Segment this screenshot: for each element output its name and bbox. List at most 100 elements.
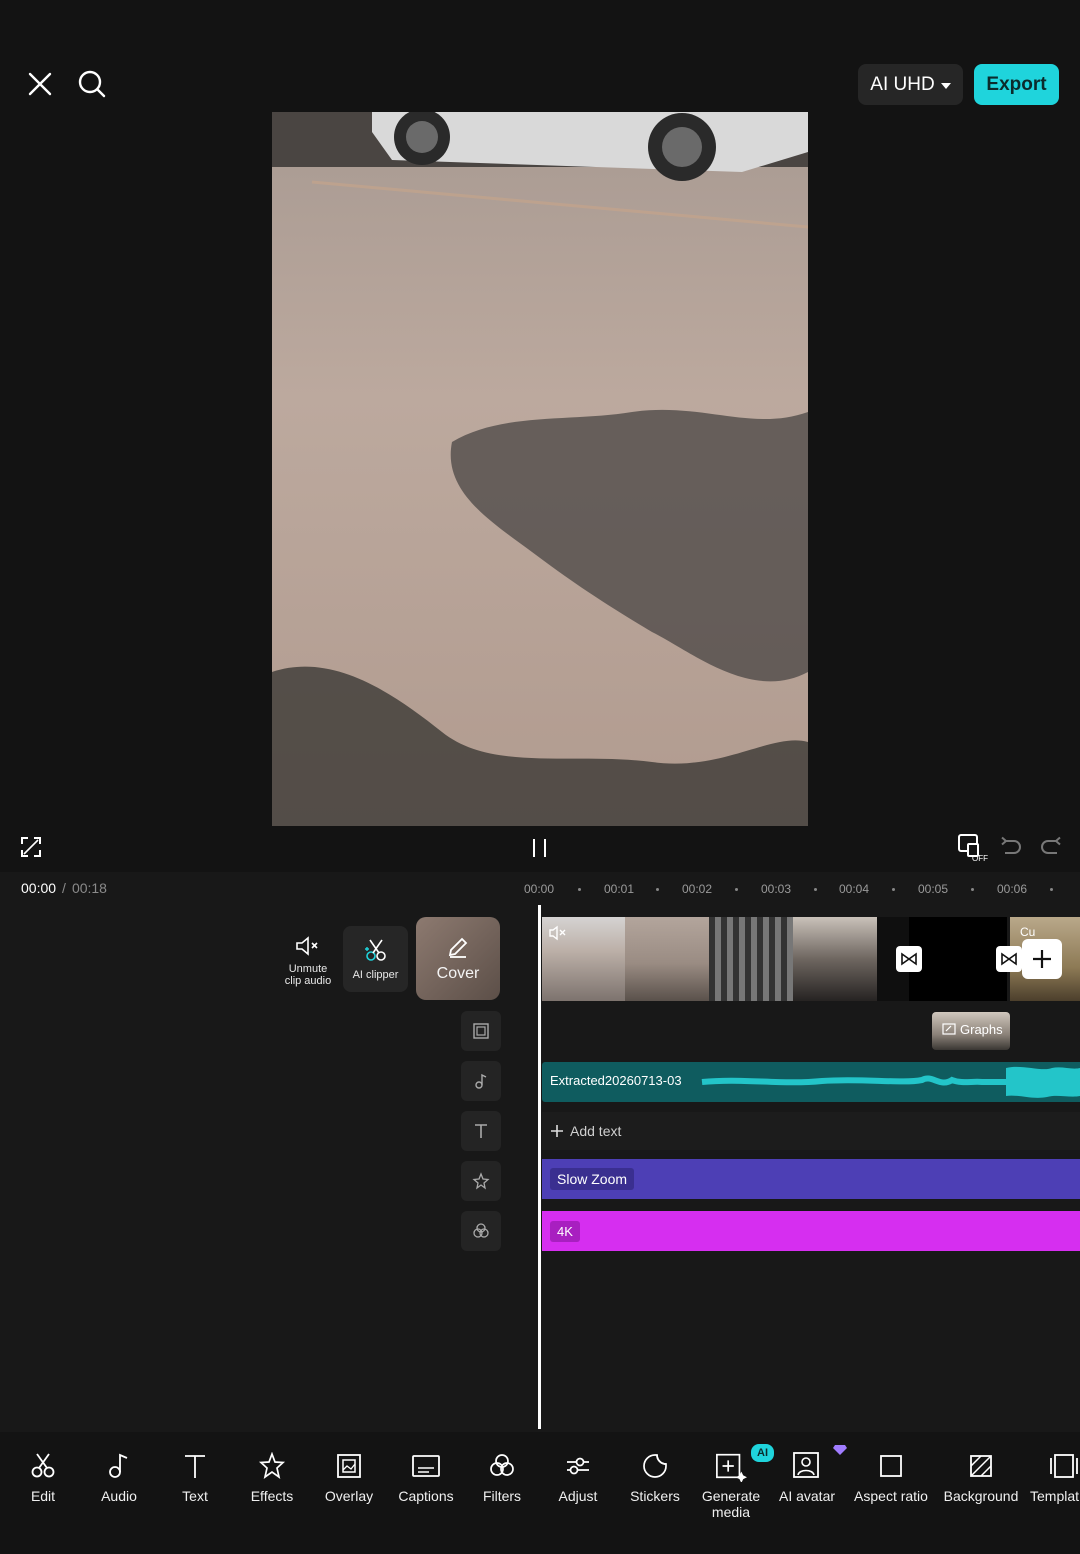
ai-clipper-button[interactable]: AI clipper <box>343 926 408 992</box>
main-video-track[interactable]: Cu <box>542 917 1080 1001</box>
nav-aspect-ratio[interactable]: Aspect ratio <box>850 1450 932 1504</box>
nav-overlay[interactable]: Overlay <box>320 1450 378 1504</box>
overlay-image-icon <box>473 1023 489 1039</box>
video-preview[interactable] <box>272 112 808 826</box>
ruler-tick: 00:04 <box>839 882 870 896</box>
generate-media-icon <box>716 1453 747 1482</box>
unmute-label-line2: clip audio <box>284 975 332 987</box>
keyframe-off-icon: OFF <box>958 834 988 863</box>
ruler-dot <box>814 888 817 891</box>
nav-background[interactable]: Background <box>942 1450 1020 1504</box>
ruler-dot <box>735 888 738 891</box>
scissors-icon <box>31 1453 55 1478</box>
captions-icon <box>412 1455 440 1477</box>
nav-edit[interactable]: Edit <box>20 1450 66 1504</box>
audio-clip-label: Extracted20260713-03 <box>550 1073 682 1088</box>
search-button[interactable] <box>74 66 110 102</box>
ruler-dot <box>892 888 895 891</box>
transition-button[interactable] <box>996 946 1022 972</box>
nav-adjust[interactable]: Adjust <box>554 1450 602 1504</box>
nav-captions[interactable]: Captions <box>394 1450 458 1504</box>
ruler-tick: 00:05 <box>918 882 949 896</box>
cover-button[interactable]: Cover <box>416 917 500 1000</box>
clip-thumbnail <box>909 917 1007 1001</box>
nav-label: Filters <box>482 1488 522 1504</box>
close-button[interactable] <box>22 66 58 102</box>
add-clip-button[interactable] <box>1022 939 1062 979</box>
nav-label: Templat <box>1030 1488 1080 1504</box>
nav-label: Audio <box>101 1488 137 1504</box>
audio-clip[interactable]: Extracted20260713-03 <box>542 1062 1080 1102</box>
transition-button[interactable] <box>896 946 922 972</box>
filter-clip-label: 4K <box>550 1220 580 1242</box>
ruler-tick: 00:03 <box>761 882 792 896</box>
text-icon <box>475 1124 487 1138</box>
effects-track-button[interactable] <box>461 1161 501 1201</box>
pause-icon <box>533 839 546 857</box>
undo-button[interactable] <box>1000 836 1022 858</box>
nav-label: Captions <box>398 1488 454 1504</box>
text-icon <box>185 1455 205 1478</box>
edit-icon <box>942 1023 956 1035</box>
ruler-dot <box>971 888 974 891</box>
playhead[interactable] <box>538 905 541 1429</box>
ai-avatar-icon <box>793 1452 819 1478</box>
nav-stickers[interactable]: Stickers <box>624 1450 686 1504</box>
adjust-sliders-icon <box>567 1457 589 1475</box>
nav-label: Aspect ratio <box>854 1488 928 1504</box>
pencil-icon <box>448 937 468 958</box>
ruler-tick: 00:06 <box>997 882 1028 896</box>
music-note-icon <box>109 1453 128 1478</box>
video-frame-image <box>272 112 808 826</box>
quality-dropdown[interactable]: AI UHD <box>858 64 963 105</box>
ruler-dot <box>578 888 581 891</box>
export-button[interactable]: Export <box>974 64 1059 105</box>
ai-clipper-label: AI clipper <box>352 969 399 981</box>
nav-filters[interactable]: Filters <box>478 1450 526 1504</box>
muted-icon <box>549 925 566 941</box>
redo-button[interactable] <box>1040 836 1062 858</box>
nav-effects[interactable]: Effects <box>244 1450 300 1504</box>
transition-bowtie-icon <box>1001 952 1017 966</box>
sticker-icon <box>643 1454 667 1478</box>
ruler-dot <box>1050 888 1053 891</box>
ruler-tick: 00:02 <box>682 882 713 896</box>
ai-badge: AI <box>751 1444 774 1462</box>
nav-generate-media[interactable]: AI Generate media <box>698 1444 774 1520</box>
plus-icon <box>1033 950 1051 968</box>
ai-scissors-icon <box>364 939 386 961</box>
keyframe-toggle[interactable]: OFF <box>956 832 988 863</box>
nav-label: AI avatar <box>778 1488 836 1504</box>
unmute-clip-audio-button[interactable]: Unmute clip audio <box>280 928 336 994</box>
clip-thumbnail <box>625 917 709 1001</box>
aspect-ratio-icon <box>880 1455 902 1477</box>
chevron-down-icon <box>940 82 951 89</box>
background-icon <box>970 1455 992 1477</box>
text-track-button[interactable] <box>461 1111 501 1151</box>
close-icon <box>28 72 52 96</box>
bottom-toolbar: Edit Audio Text Effects Overlay Captions… <box>0 1432 1080 1554</box>
add-text-button[interactable]: Add text <box>542 1112 1080 1150</box>
search-icon <box>78 70 106 98</box>
nav-audio[interactable]: Audio <box>96 1450 142 1504</box>
ruler-tick: 00:00 <box>524 882 555 896</box>
premium-gem-icon <box>833 1445 847 1455</box>
play-pause-button[interactable] <box>528 836 552 860</box>
effect-clip-label: Slow Zoom <box>550 1168 635 1190</box>
nav-template[interactable]: Templat <box>1030 1450 1080 1504</box>
effect-clip[interactable]: Slow Zoom <box>542 1159 1080 1199</box>
fullscreen-button[interactable] <box>18 834 44 860</box>
filters-icon <box>473 1223 489 1238</box>
filters-track-button[interactable] <box>461 1211 501 1251</box>
nav-label: Background <box>943 1488 1019 1504</box>
overlay-clip[interactable]: Graphs <box>932 1012 1010 1050</box>
nav-ai-avatar[interactable]: AI avatar <box>776 1445 847 1504</box>
nav-text[interactable]: Text <box>172 1450 218 1504</box>
filter-clip[interactable]: 4K <box>542 1211 1080 1251</box>
effects-star-icon <box>472 1172 490 1190</box>
timeline-ruler[interactable]: 00:00 00:01 00:02 00:03 00:04 00:05 00:0… <box>0 882 1080 898</box>
audio-track-button[interactable] <box>461 1061 501 1101</box>
overlay-track-button[interactable] <box>461 1011 501 1051</box>
nav-label: Stickers <box>630 1488 680 1504</box>
transition-bowtie-icon <box>901 952 917 966</box>
